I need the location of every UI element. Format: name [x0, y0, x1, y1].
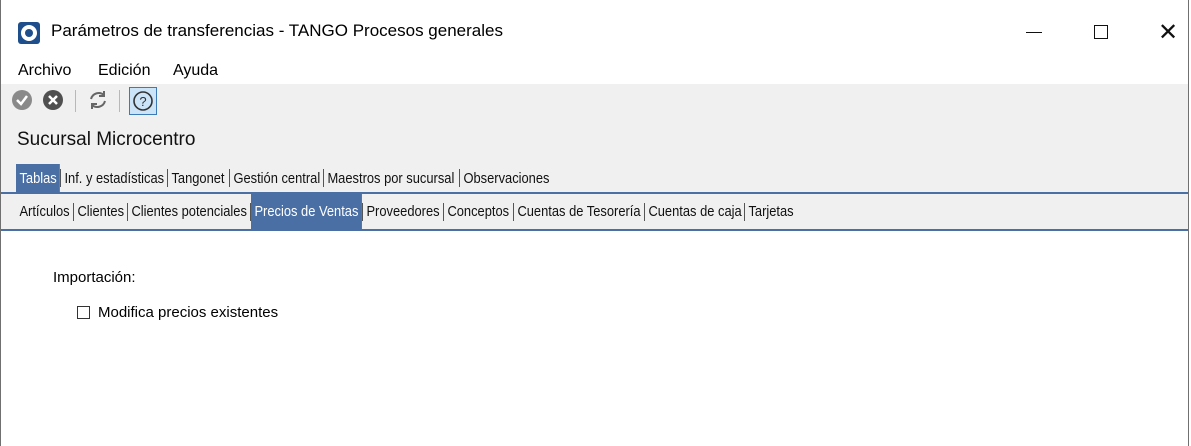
subtab-cuentas-de-caja[interactable]: Cuentas de caja	[645, 194, 745, 229]
close-icon: ✕	[1157, 18, 1179, 46]
branch-title: Sucursal Microcentro	[17, 129, 196, 150]
menu-edicion[interactable]: Edición	[98, 62, 150, 80]
minimize-icon	[1026, 31, 1042, 33]
tab-maestros-por-sucursal[interactable]: Maestros por sucursal	[324, 164, 458, 192]
modify-prices-label: Modifica precios existentes	[98, 304, 279, 321]
content-panel: Importación: Modifica precios existentes	[1, 231, 1188, 446]
maximize-icon	[1094, 25, 1108, 39]
subtab-articulos[interactable]: Artículos	[16, 194, 73, 229]
app-window: Parámetros de transferencias - TANGO Pro…	[0, 0, 1189, 446]
toolbar-separator	[119, 90, 120, 112]
toolbar: ?	[1, 84, 1188, 118]
branch-header: Sucursal Microcentro	[1, 118, 1188, 164]
cancel-button[interactable]	[42, 89, 64, 111]
window-title: Parámetros de transferencias - TANGO Pro…	[51, 21, 503, 40]
subtab-tarjetas[interactable]: Tarjetas	[745, 194, 797, 229]
help-icon: ?	[133, 91, 153, 111]
tab-observaciones[interactable]: Observaciones	[460, 164, 553, 192]
refresh-button[interactable]	[87, 89, 109, 111]
subtab-proveedores[interactable]: Proveedores	[363, 194, 443, 229]
subtab-precios-de-ventas[interactable]: Precios de Ventas	[251, 194, 363, 229]
menu-ayuda[interactable]: Ayuda	[173, 62, 218, 80]
subtab-conceptos[interactable]: Conceptos	[444, 194, 513, 229]
modify-prices-option[interactable]: Modifica precios existentes	[77, 304, 278, 321]
tab-tablas[interactable]: Tablas	[16, 164, 61, 192]
close-button[interactable]: ✕	[1138, 10, 1191, 54]
toolbar-separator	[75, 90, 76, 112]
menu-archivo[interactable]: Archivo	[18, 62, 71, 80]
menu-bar: Archivo Edición Ayuda	[1, 60, 1188, 84]
tab-gestion-central[interactable]: Gestión central	[230, 164, 324, 192]
sub-tab-bar: Artículos Clientes Clientes potenciales Pre…	[1, 194, 1188, 231]
help-button[interactable]: ?	[129, 87, 157, 115]
import-section-label: Importación:	[53, 269, 136, 286]
maximize-button[interactable]	[1071, 10, 1131, 54]
main-tab-bar: Tablas Inf. y estadísticas Tangonet Gestión…	[1, 164, 1188, 194]
svg-text:?: ?	[139, 94, 146, 109]
minimize-button[interactable]	[1004, 10, 1064, 54]
check-circle-icon	[12, 90, 32, 110]
subtab-cuentas-de-tesoreria[interactable]: Cuentas de Tesorería	[514, 194, 644, 229]
subtab-clientes-potenciales[interactable]: Clientes potenciales	[128, 194, 250, 229]
refresh-icon	[90, 91, 106, 109]
title-bar: Parámetros de transferencias - TANGO Pro…	[1, 0, 1188, 62]
tab-tangonet[interactable]: Tangonet	[168, 164, 228, 192]
cancel-circle-icon	[43, 90, 63, 110]
tab-inf-y-estadisticas[interactable]: Inf. y estadísticas	[61, 164, 168, 192]
accept-button[interactable]	[11, 89, 33, 111]
modify-prices-checkbox[interactable]	[77, 306, 90, 319]
subtab-clientes[interactable]: Clientes	[74, 194, 127, 229]
tango-app-icon	[18, 22, 40, 44]
